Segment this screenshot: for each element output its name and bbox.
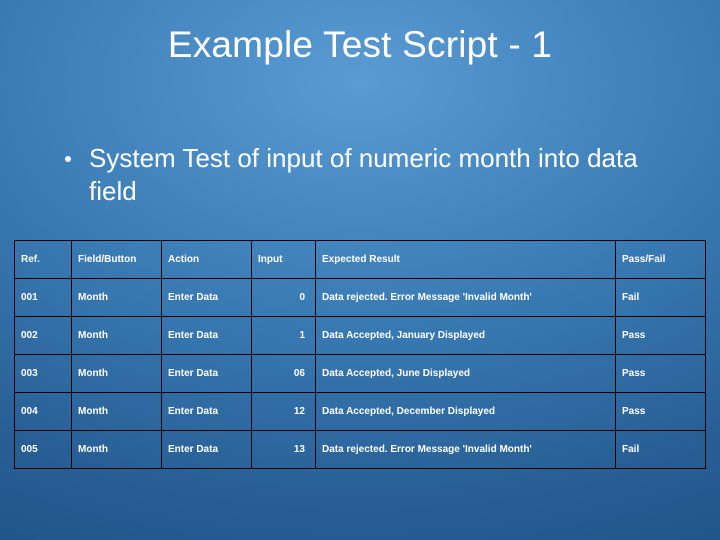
table-row: 005 Month Enter Data 13 Data rejected. E…	[15, 431, 706, 469]
table-row: 002 Month Enter Data 1 Data Accepted, Ja…	[15, 317, 706, 355]
bullet-item: System Test of input of numeric month in…	[65, 142, 680, 207]
cell-field-button: Month	[72, 393, 162, 431]
cell-field-button: Month	[72, 431, 162, 469]
cell-ref: 004	[15, 393, 72, 431]
cell-ref: 002	[15, 317, 72, 355]
cell-field-button: Month	[72, 317, 162, 355]
cell-expected-result: Data Accepted, December Displayed	[316, 393, 616, 431]
cell-input: 1	[252, 317, 316, 355]
cell-action: Enter Data	[162, 317, 252, 355]
cell-input: 12	[252, 393, 316, 431]
cell-pass-fail: Fail	[616, 279, 706, 317]
test-script-table-wrap: Ref. Field/Button Action Input Expected …	[14, 240, 706, 469]
table-row: 001 Month Enter Data 0 Data rejected. Er…	[15, 279, 706, 317]
col-header-pass-fail: Pass/Fail	[616, 241, 706, 279]
cell-ref: 003	[15, 355, 72, 393]
cell-pass-fail: Pass	[616, 393, 706, 431]
cell-ref: 001	[15, 279, 72, 317]
cell-ref: 005	[15, 431, 72, 469]
cell-pass-fail: Pass	[616, 355, 706, 393]
test-script-table: Ref. Field/Button Action Input Expected …	[14, 240, 706, 469]
col-header-field-button: Field/Button	[72, 241, 162, 279]
cell-pass-fail: Pass	[616, 317, 706, 355]
cell-field-button: Month	[72, 279, 162, 317]
table-header-row: Ref. Field/Button Action Input Expected …	[15, 241, 706, 279]
cell-expected-result: Data Accepted, January Displayed	[316, 317, 616, 355]
cell-action: Enter Data	[162, 355, 252, 393]
cell-input: 13	[252, 431, 316, 469]
slide-title: Example Test Script - 1	[0, 24, 720, 66]
table-row: 004 Month Enter Data 12 Data Accepted, D…	[15, 393, 706, 431]
col-header-ref: Ref.	[15, 241, 72, 279]
cell-action: Enter Data	[162, 279, 252, 317]
col-header-action: Action	[162, 241, 252, 279]
cell-expected-result: Data Accepted, June Displayed	[316, 355, 616, 393]
cell-pass-fail: Fail	[616, 431, 706, 469]
cell-expected-result: Data rejected. Error Message 'Invalid Mo…	[316, 431, 616, 469]
col-header-input: Input	[252, 241, 316, 279]
col-header-expected-result: Expected Result	[316, 241, 616, 279]
cell-input: 0	[252, 279, 316, 317]
table-row: 003 Month Enter Data 06 Data Accepted, J…	[15, 355, 706, 393]
slide: Example Test Script - 1 System Test of i…	[0, 0, 720, 540]
cell-field-button: Month	[72, 355, 162, 393]
bullet-icon	[65, 156, 71, 162]
cell-expected-result: Data rejected. Error Message 'Invalid Mo…	[316, 279, 616, 317]
cell-action: Enter Data	[162, 393, 252, 431]
cell-action: Enter Data	[162, 431, 252, 469]
bullet-text: System Test of input of numeric month in…	[89, 142, 680, 207]
cell-input: 06	[252, 355, 316, 393]
